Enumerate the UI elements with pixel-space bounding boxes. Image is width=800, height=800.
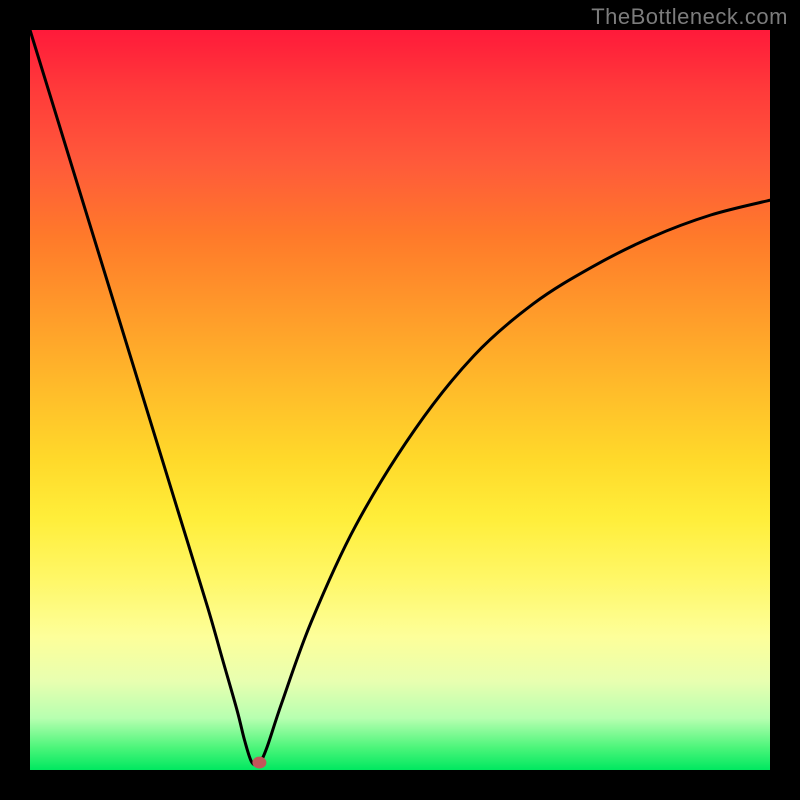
chart-frame: TheBottleneck.com (0, 0, 800, 800)
chart-svg (30, 30, 770, 770)
watermark-text: TheBottleneck.com (591, 4, 788, 30)
plot-area (30, 30, 770, 770)
minimum-marker (252, 757, 266, 769)
bottleneck-curve (30, 30, 770, 765)
